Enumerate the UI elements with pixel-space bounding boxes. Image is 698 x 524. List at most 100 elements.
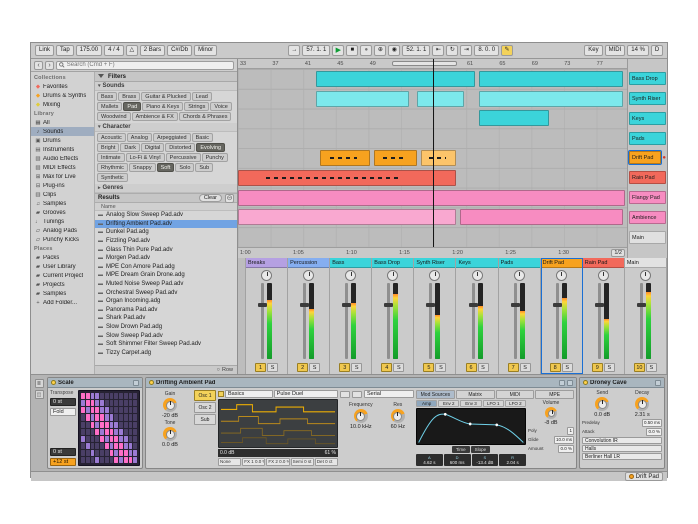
- envelope-display[interactable]: [416, 408, 526, 445]
- scale-cell[interactable]: [86, 436, 90, 442]
- result-item[interactable]: ▬MPE Dream Grain Drone.adg: [95, 271, 237, 280]
- midi-map-button[interactable]: MIDI: [605, 45, 626, 56]
- scale-cell[interactable]: [114, 400, 118, 406]
- scale-cell[interactable]: [133, 422, 137, 428]
- filter-knob-value[interactable]: 60 Hz: [391, 424, 405, 430]
- pan-knob[interactable]: [598, 270, 609, 281]
- env-tab-lfo-1[interactable]: LFO 1: [483, 400, 504, 407]
- record-button[interactable]: ●: [360, 45, 372, 56]
- mixer-strip-bass-drop[interactable]: Bass Drop 4 S: [372, 258, 414, 374]
- filter-group-header[interactable]: ▸Genres: [95, 184, 237, 193]
- scale-cell[interactable]: [105, 450, 109, 456]
- volume-fader[interactable]: [303, 283, 306, 359]
- scale-name-select[interactable]: Minor: [194, 45, 217, 56]
- time-mode[interactable]: Time: [452, 446, 470, 453]
- track-activator[interactable]: 2: [297, 363, 308, 372]
- tag-ambience-fx[interactable]: Ambience & FX: [132, 112, 178, 121]
- osc-param[interactable]: FX 2 0.0 %: [266, 458, 289, 466]
- scale-cell[interactable]: [124, 422, 128, 428]
- scale-cell[interactable]: [81, 400, 85, 406]
- env-tab-env-3[interactable]: Env 3: [460, 400, 481, 407]
- env-tab-amp[interactable]: Amp: [416, 400, 437, 407]
- scale-cell[interactable]: [100, 450, 104, 456]
- osc-on-toggle[interactable]: [218, 391, 224, 397]
- track-activator[interactable]: 7: [508, 363, 519, 372]
- mixer-strip-pads[interactable]: Pads 7 S: [499, 258, 541, 374]
- scale-cell[interactable]: [133, 429, 137, 435]
- result-item[interactable]: ▬Analog Slow Sweep Pad.adv: [95, 211, 237, 220]
- sidebar-item-current-project[interactable]: ▰ Current Project: [31, 271, 94, 280]
- pan-knob[interactable]: [472, 270, 483, 281]
- osc-gain-value[interactable]: 0.0 dB: [220, 450, 234, 456]
- automation-arm-icon[interactable]: ◉: [388, 45, 400, 56]
- adsr-r[interactable]: R 2.04 s: [499, 454, 526, 466]
- scale-cell[interactable]: [119, 414, 123, 420]
- scale-cell[interactable]: [114, 457, 118, 463]
- overdub-icon[interactable]: ⊕: [374, 45, 386, 56]
- tag-lo-fi-vinyl[interactable]: Lo-Fi & Vinyl: [126, 153, 165, 162]
- mixer-strip-bass[interactable]: Bass 3 S: [330, 258, 372, 374]
- selected-track-chip[interactable]: Drift Pad: [625, 472, 663, 481]
- track-header-synth-riser[interactable]: Synth Riser: [628, 89, 667, 109]
- tag-digital[interactable]: Digital: [141, 143, 164, 152]
- tag-strings[interactable]: Strings: [184, 102, 209, 111]
- stop-button[interactable]: ■: [346, 45, 358, 56]
- scale-cell[interactable]: [110, 400, 114, 406]
- track-activator[interactable]: 3: [339, 363, 350, 372]
- mod-tab-mpe[interactable]: MPE: [535, 390, 574, 399]
- scale-cell[interactable]: [114, 443, 118, 449]
- scale-cell[interactable]: [81, 436, 85, 442]
- solo-button[interactable]: S: [309, 363, 320, 372]
- result-item[interactable]: ▬Panorama Pad.adv: [95, 306, 237, 315]
- scale-cell[interactable]: [124, 407, 128, 413]
- mixer-strip-rain-pad[interactable]: Rain Pad 9 S: [583, 258, 625, 374]
- track-header-main[interactable]: Main: [628, 227, 667, 247]
- range-value[interactable]: +12 st: [50, 458, 76, 466]
- quantize-menu[interactable]: 2 Bars: [140, 45, 165, 56]
- tag-brass[interactable]: Brass: [118, 92, 140, 101]
- draw-mode-icon[interactable]: ✎: [501, 45, 513, 56]
- sidebar-item-midi-effects[interactable]: ▨ MIDI Effects: [31, 163, 94, 172]
- scale-cell[interactable]: [110, 450, 114, 456]
- fold-toggle[interactable]: Fold: [50, 408, 76, 416]
- scale-cell[interactable]: [86, 414, 90, 420]
- tag-acoustic[interactable]: Acoustic: [97, 133, 126, 142]
- arrangement-clip[interactable]: [417, 91, 464, 107]
- loop-switch-icon[interactable]: ↻: [446, 45, 458, 56]
- sidebar-item-plug-ins[interactable]: ⊟ Plug-ins: [31, 181, 94, 190]
- scale-cell[interactable]: [105, 436, 109, 442]
- result-item[interactable]: ▬Fizzling Pad.adv: [95, 237, 237, 246]
- scale-cell[interactable]: [124, 429, 128, 435]
- sidebar-item-clips[interactable]: ▥ Clips: [31, 190, 94, 199]
- macro-knob-gain[interactable]: [163, 398, 177, 412]
- scale-cell[interactable]: [81, 443, 85, 449]
- transpose-value[interactable]: 0 st: [50, 398, 76, 406]
- filter-knob-frequency[interactable]: [354, 409, 368, 423]
- arrangement-clip[interactable]: [479, 91, 623, 107]
- scale-cell[interactable]: [114, 393, 118, 399]
- scale-cell[interactable]: [119, 429, 123, 435]
- clip-view-icon[interactable]: ◫: [35, 390, 44, 399]
- scale-cell[interactable]: [81, 393, 85, 399]
- sidebar-item-audio-effects[interactable]: ▧ Audio Effects: [31, 154, 94, 163]
- scale-cell[interactable]: [95, 393, 99, 399]
- scale-cell[interactable]: [95, 443, 99, 449]
- arrangement-clip[interactable]: [479, 71, 623, 87]
- punch-out-icon[interactable]: ⇥: [460, 45, 472, 56]
- solo-button[interactable]: S: [520, 363, 531, 372]
- preview-icon[interactable]: ○: [217, 367, 220, 373]
- env-tab-lfo-2[interactable]: LFO 2: [505, 400, 526, 407]
- sidebar-item-favorites[interactable]: ◆ Favorites: [31, 82, 94, 91]
- tag-pad[interactable]: Pad: [123, 102, 141, 111]
- scale-cell[interactable]: [129, 429, 133, 435]
- fader-handle[interactable]: [511, 303, 520, 307]
- mixer-strip-percussion[interactable]: Percussion 2 S: [288, 258, 330, 374]
- solo-button[interactable]: S: [393, 363, 404, 372]
- scale-cell[interactable]: [105, 443, 109, 449]
- device-on-toggle[interactable]: [583, 380, 588, 385]
- metronome-icon[interactable]: △: [126, 45, 138, 56]
- send-knob[interactable]: [595, 397, 609, 411]
- tap-tempo-button[interactable]: Tap: [56, 45, 74, 56]
- scale-cell[interactable]: [100, 443, 104, 449]
- osc-position-value[interactable]: 61 %: [325, 450, 336, 456]
